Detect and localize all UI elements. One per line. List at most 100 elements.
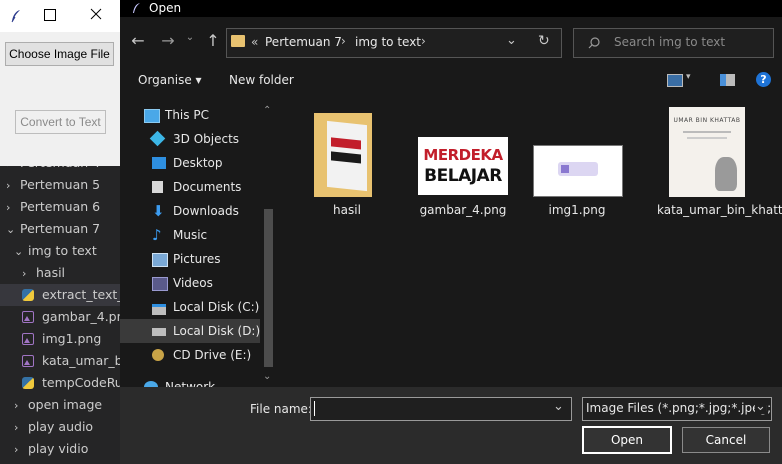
tree-item-play-vidio[interactable]: › play vidio xyxy=(0,438,120,460)
nav-item-pictures[interactable]: Pictures xyxy=(120,247,260,271)
thumb-card-icon xyxy=(561,165,569,173)
refresh-icon[interactable]: ↻ xyxy=(538,33,550,49)
open-button[interactable]: Open xyxy=(582,426,672,454)
feather-icon xyxy=(133,3,140,13)
tree-item-label: gambar_4.png xyxy=(41,309,120,324)
organise-menu[interactable]: Organise ▾ xyxy=(138,73,202,87)
scroll-up-icon[interactable]: ⌃ xyxy=(263,105,271,116)
cd-icon xyxy=(152,349,164,361)
tree-item-label: hasil xyxy=(35,265,66,280)
tree-item-img1[interactable]: img1.png xyxy=(0,328,120,350)
chevron-down-icon[interactable]: ⌄ xyxy=(755,399,766,414)
cube-icon xyxy=(149,130,166,147)
nav-item-local-disk-d[interactable]: Local Disk (D:) xyxy=(120,319,260,343)
music-icon: ♪ xyxy=(152,226,162,244)
thumb-text: UMAR BIN KHATTAB xyxy=(673,117,741,124)
tree-item-pertemuan-5[interactable]: › Pertemuan 5 xyxy=(0,174,120,196)
image-file-icon xyxy=(22,333,34,345)
text-cursor xyxy=(314,401,315,416)
file-name: hasil xyxy=(333,203,361,217)
nav-item-desktop[interactable]: Desktop xyxy=(120,151,260,175)
filetype-select[interactable]: Image Files (*.png;*.jpg;*.jpeg;* ⌄ xyxy=(582,397,772,421)
tree-item-gambar-4[interactable]: gambar_4.png xyxy=(0,306,120,328)
document-icon xyxy=(152,181,163,193)
tree-item-label: Pertemuan 6 xyxy=(19,199,101,214)
chevron-right-icon: › xyxy=(14,421,19,434)
nav-item-local-disk-c[interactable]: Local Disk (C:) xyxy=(120,295,260,319)
convert-to-text-button[interactable]: Convert to Text xyxy=(15,110,106,134)
chevron-down-icon[interactable]: ▾ xyxy=(686,72,691,82)
nav-item-network[interactable]: Network xyxy=(120,375,260,387)
close-icon[interactable] xyxy=(90,8,102,20)
nav-item-videos[interactable]: Videos xyxy=(120,271,260,295)
preview-pane-icon[interactable] xyxy=(720,74,735,86)
search-icon xyxy=(588,37,600,49)
tree-item-tempcoderunner[interactable]: tempCodeRunnerFile.py xyxy=(0,372,120,394)
chevron-down-icon: ⌄ xyxy=(6,223,16,236)
file-name: kata_umar_bin_khattab.jpg xyxy=(657,203,782,217)
dialog-toolbar: Organise ▾ New folder ▾ ? xyxy=(120,69,782,97)
tree-item-label: tempCodeRunnerFile.py xyxy=(41,375,120,390)
disk-icon xyxy=(152,328,166,336)
maximize-icon[interactable] xyxy=(44,9,56,21)
filename-input[interactable]: ⌄ xyxy=(310,397,572,421)
folder-icon xyxy=(231,35,245,47)
nav-item-music[interactable]: ♪ Music xyxy=(120,223,260,247)
tree-item-pertemuan-7[interactable]: ⌄ Pertemuan 7 xyxy=(0,218,120,240)
chevron-down-icon[interactable]: ⌄ xyxy=(553,399,564,414)
download-icon: ⬇ xyxy=(152,202,165,220)
file-item-img1[interactable]: img1.png xyxy=(527,109,627,219)
file-item-hasil[interactable]: hasil xyxy=(297,109,397,219)
dialog-titlebar: Open xyxy=(120,0,782,17)
tree-item-pertemuan-6[interactable]: › Pertemuan 6 xyxy=(0,196,120,218)
tk-titlebar xyxy=(0,0,120,32)
tree-item-play-audio[interactable]: › play audio xyxy=(0,416,120,438)
folder-preview xyxy=(327,120,367,192)
recent-locations-icon[interactable]: ⌄ xyxy=(180,32,200,43)
thumbnail-gambar-4: MERDEKA BELAJAR xyxy=(418,137,508,195)
tk-app-window: Choose Image File Convert to Text xyxy=(0,0,120,166)
breadcrumb-overflow[interactable]: « xyxy=(251,35,258,49)
tree-item-label: Pertemuan 5 xyxy=(19,177,101,192)
navigation-scrollbar[interactable]: ⌃ ⌄ xyxy=(260,97,277,387)
file-item-kata-umar[interactable]: UMAR BIN KHATTAB kata_umar_bin_khattab.j… xyxy=(657,107,782,229)
tree-item-hasil[interactable]: › hasil xyxy=(0,262,120,284)
breadcrumb-pertemuan-7[interactable]: Pertemuan 7 xyxy=(265,35,342,49)
view-options-icon[interactable] xyxy=(667,74,683,87)
tree-item-open-image[interactable]: › open image xyxy=(0,394,120,416)
tree-item-label: img1.png xyxy=(41,331,102,346)
tree-item-img-to-text[interactable]: ⌄ img to text xyxy=(0,240,120,262)
back-icon[interactable]: ← xyxy=(128,31,148,50)
tree-item-extract-text-file[interactable]: extract_text_from_image.py xyxy=(0,284,120,306)
breadcrumb-separator-icon: › xyxy=(421,34,426,48)
up-folder-icon[interactable]: ↑ xyxy=(203,31,223,50)
address-bar[interactable]: « Pertemuan 7 › img to text › ⌄ ↻ xyxy=(226,28,562,58)
chevron-right-icon: › xyxy=(22,267,27,280)
file-item-gambar-4[interactable]: MERDEKA BELAJAR gambar_4.png xyxy=(413,109,513,219)
breadcrumb-img-to-text[interactable]: img to text xyxy=(355,35,421,49)
python-file-icon xyxy=(22,289,34,301)
new-folder-button[interactable]: New folder xyxy=(229,73,294,87)
folder-preview-mark xyxy=(331,151,361,164)
address-dropdown-icon[interactable]: ⌄ xyxy=(506,33,517,48)
cancel-button[interactable]: Cancel xyxy=(682,427,770,453)
thumb-card xyxy=(558,162,598,176)
nav-item-3d-objects[interactable]: 3D Objects xyxy=(120,127,260,151)
nav-item-documents[interactable]: Documents xyxy=(120,175,260,199)
nav-item-downloads[interactable]: ⬇ Downloads xyxy=(120,199,260,223)
nav-item-cd-drive[interactable]: CD Drive (E:) xyxy=(120,343,260,367)
chevron-right-icon: › xyxy=(14,399,19,412)
file-name: img1.png xyxy=(548,203,606,217)
pictures-icon xyxy=(152,253,168,267)
tree-item-kata-umar[interactable]: kata_umar_bin_khattab.jpg xyxy=(0,350,120,372)
nav-item-this-pc[interactable]: This PC xyxy=(120,103,260,127)
scroll-down-icon[interactable]: ⌄ xyxy=(263,371,271,382)
video-icon xyxy=(152,277,168,291)
scrollbar-thumb[interactable] xyxy=(264,209,273,367)
disk-icon xyxy=(152,304,166,315)
help-icon[interactable]: ? xyxy=(756,72,771,87)
navigation-pane: This PC 3D Objects Desktop Documents ⬇ D… xyxy=(120,97,278,387)
forward-icon[interactable]: → xyxy=(158,31,178,50)
choose-image-button[interactable]: Choose Image File xyxy=(5,42,114,66)
search-box[interactable]: Search img to text xyxy=(573,28,774,58)
